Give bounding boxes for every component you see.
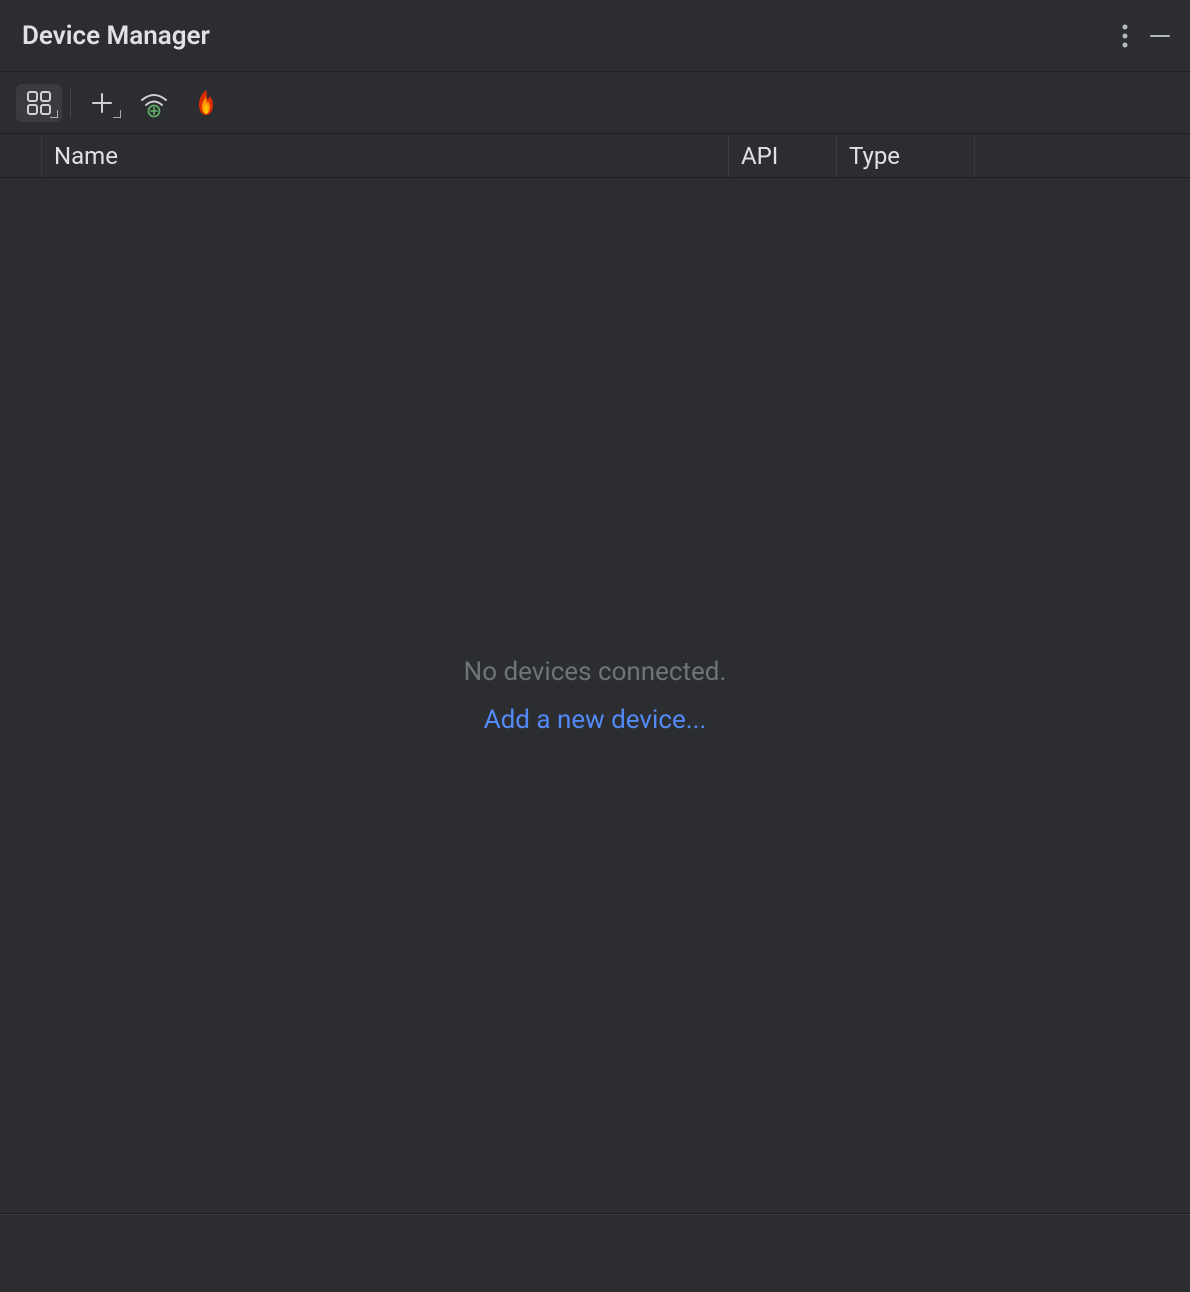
- table-column-api[interactable]: API: [729, 134, 837, 177]
- table-header: Name API Type: [0, 134, 1190, 178]
- toolbar: [0, 72, 1190, 134]
- minimize-icon: [1148, 24, 1172, 48]
- toolbar-separator: [70, 88, 71, 118]
- table-column-name[interactable]: Name: [42, 134, 729, 177]
- empty-state-message: No devices connected.: [464, 657, 727, 687]
- kebab-menu-icon: [1122, 24, 1128, 48]
- plus-icon: [90, 91, 114, 115]
- table-column-type[interactable]: Type: [837, 134, 975, 177]
- device-explorer-button[interactable]: [16, 84, 62, 122]
- wifi-add-icon: [139, 88, 169, 118]
- table-column-handle: [0, 134, 42, 177]
- panel-title: Device Manager: [22, 21, 210, 51]
- firebase-button[interactable]: [183, 84, 229, 122]
- table-column-actions: [975, 134, 1190, 177]
- add-new-device-link[interactable]: Add a new device...: [484, 705, 707, 735]
- header-actions: [1122, 24, 1172, 48]
- expand-corner-icon: [113, 110, 121, 118]
- panel-header: Device Manager: [0, 0, 1190, 72]
- grid-icon: [26, 90, 52, 116]
- more-options-button[interactable]: [1122, 24, 1128, 48]
- pair-wifi-device-button[interactable]: [131, 84, 177, 122]
- table-body-empty: No devices connected. Add a new device..…: [0, 178, 1190, 1214]
- panel-footer: [0, 1214, 1190, 1292]
- firebase-flame-icon: [194, 88, 218, 118]
- add-device-button[interactable]: [79, 84, 125, 122]
- expand-corner-icon: [50, 110, 58, 118]
- minimize-panel-button[interactable]: [1148, 24, 1172, 48]
